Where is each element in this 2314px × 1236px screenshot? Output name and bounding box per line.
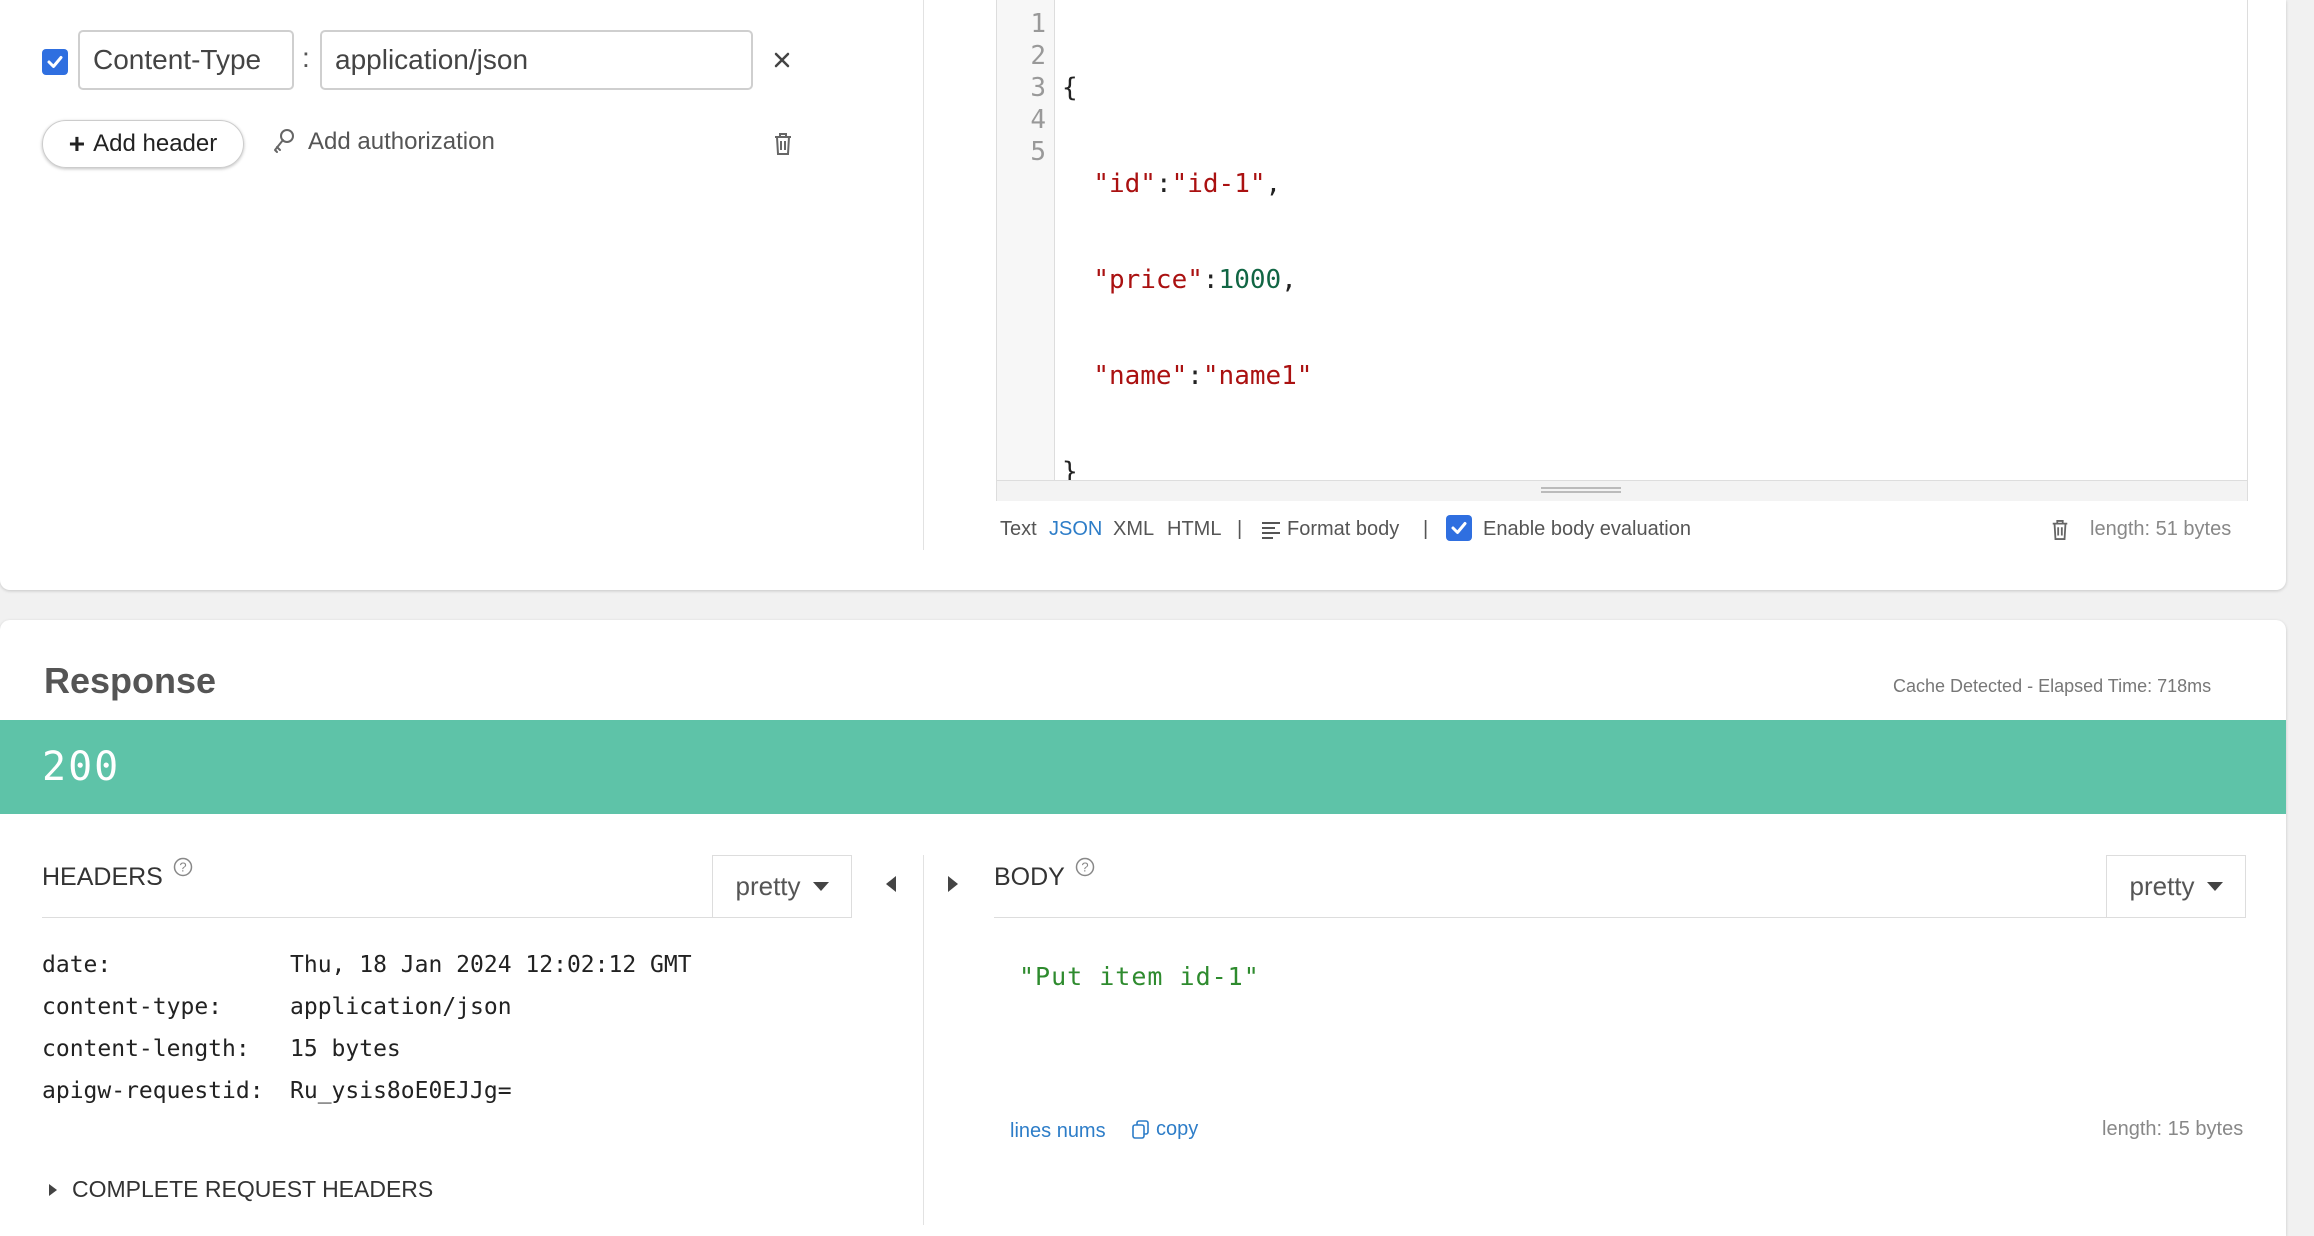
copy-icon [1132, 1119, 1149, 1139]
plus-icon: + [68, 128, 86, 159]
code-line: "price":1000, [1093, 265, 1297, 295]
close-icon [774, 52, 790, 68]
help-circle-icon[interactable]: ? [173, 857, 193, 877]
align-left-icon [1262, 521, 1280, 539]
header-separator: : [302, 42, 310, 73]
request-panel: Content-Type : application/json + Add he… [0, 0, 2286, 590]
response-header-value: Ru_ysis8oE0EJJg= [290, 1078, 512, 1104]
remove-header-button[interactable] [770, 48, 794, 72]
complete-request-headers-toggle[interactable]: COMPLETE REQUEST HEADERS [48, 1176, 433, 1203]
trash-icon [775, 133, 791, 155]
code-line: { [1062, 73, 1078, 103]
status-bar: 200 [0, 720, 2286, 814]
header-name: content-type: [42, 994, 223, 1020]
line-number: 1 [1030, 9, 1046, 39]
line-number: 4 [1030, 105, 1046, 135]
chevron-down-icon [812, 882, 829, 891]
line-number: 3 [1030, 73, 1046, 103]
body-pretty-dropdown[interactable]: pretty [2106, 855, 2246, 917]
header-enabled-checkbox[interactable] [42, 49, 68, 75]
body-underline [994, 917, 2246, 918]
response-body-length: length: 15 bytes [2102, 1118, 2244, 1140]
line-number: 2 [1030, 41, 1046, 71]
check-icon [1451, 522, 1467, 534]
delete-headers-button[interactable] [772, 132, 794, 161]
headers-section-title: HEADERS ? [42, 857, 193, 892]
add-authorization-link[interactable]: Add authorization [272, 128, 495, 156]
headers-pretty-dropdown[interactable]: pretty [712, 855, 852, 917]
help-circle-icon[interactable]: ? [1075, 857, 1095, 877]
cache-elapsed-info: Cache Detected - Elapsed Time: 718ms [1893, 676, 2212, 696]
trash-icon [2052, 520, 2068, 540]
editor-resize-handle[interactable] [997, 480, 2247, 501]
enable-body-evaluation-label: Enable body evaluation [1483, 518, 1691, 540]
response-header-row: content-length: [42, 1036, 250, 1062]
panel-divider [923, 0, 924, 550]
copy-label: copy [1156, 1118, 1199, 1140]
body-section-title: BODY ? [994, 857, 1095, 892]
copy-body-button[interactable]: copy [1132, 1118, 1198, 1141]
code-line: "id":"id-1", [1093, 169, 1282, 199]
header-name-input[interactable]: Content-Type [78, 30, 294, 90]
format-body-button[interactable]: Format body [1261, 518, 1399, 541]
add-header-button[interactable]: + Add header [42, 120, 244, 168]
line-number: 5 [1030, 137, 1046, 167]
caret-right-icon [948, 876, 958, 892]
header-name: apigw-requestid: [42, 1078, 264, 1104]
body-title: BODY [994, 863, 1065, 891]
enable-body-evaluation-checkbox[interactable] [1446, 515, 1472, 541]
check-icon [47, 56, 63, 68]
editor-gutter: 1 2 3 4 5 [997, 0, 1055, 480]
format-html-tab[interactable]: HTML [1167, 518, 1221, 541]
format-json-tab[interactable]: JSON [1049, 518, 1102, 541]
response-header-value: Thu, 18 Jan 2024 12:02:12 GMT [290, 952, 692, 978]
headers-title: HEADERS [42, 863, 163, 891]
body-length: length: 51 bytes [2090, 518, 2232, 540]
response-title: Response [44, 660, 217, 701]
body-toolbar: Text JSON XML HTML | Format body | Enabl… [1000, 515, 2240, 545]
complete-request-headers-label: COMPLETE REQUEST HEADERS [72, 1176, 434, 1202]
code-line: "name":"name1" [1093, 361, 1313, 391]
response-header-row: apigw-requestid: [42, 1078, 264, 1104]
response-panel: Response Cache Detected - Elapsed Time: … [0, 620, 2286, 1236]
key-icon [274, 129, 294, 153]
expand-right-button[interactable] [946, 874, 960, 899]
response-header-row: content-type: [42, 994, 222, 1020]
add-header-label: Add header [93, 130, 218, 157]
chevron-down-icon [2206, 882, 2223, 891]
response-body-value: "Put item id-1" [1019, 962, 1260, 991]
header-name: content-length: [42, 1036, 250, 1062]
response-header-row: date: [42, 952, 111, 978]
clear-body-button[interactable] [2050, 519, 2070, 547]
headers-underline [42, 917, 852, 918]
svg-text:?: ? [179, 860, 186, 875]
format-body-label: Format body [1287, 518, 1400, 540]
headers-pretty-label: pretty [735, 871, 801, 901]
collapse-left-button[interactable] [884, 874, 898, 899]
caret-left-icon [886, 876, 896, 892]
editor-code[interactable]: { "id":"id-1", "price":1000, "name":"nam… [1062, 8, 1312, 552]
body-pretty-label: pretty [2129, 871, 2195, 901]
format-text-tab[interactable]: Text [1000, 518, 1037, 541]
status-code: 200 [42, 744, 121, 790]
header-value-input[interactable]: application/json [320, 30, 753, 90]
response-header-value: 15 bytes [290, 1036, 401, 1062]
svg-text:?: ? [1081, 860, 1088, 875]
toolbar-separator: | [1423, 518, 1429, 540]
toolbar-separator: | [1237, 518, 1243, 540]
header-name: date: [42, 952, 112, 978]
response-header-value: application/json [290, 994, 512, 1020]
format-xml-tab[interactable]: XML [1113, 518, 1154, 541]
line-nums-toggle[interactable]: lines nums [1010, 1120, 1106, 1143]
add-authorization-label: Add authorization [308, 128, 495, 155]
body-editor[interactable]: 1 2 3 4 5 { "id":"id-1", "price":1000, "… [996, 0, 2248, 501]
response-divider [923, 855, 924, 1225]
caret-right-icon [49, 1183, 57, 1196]
